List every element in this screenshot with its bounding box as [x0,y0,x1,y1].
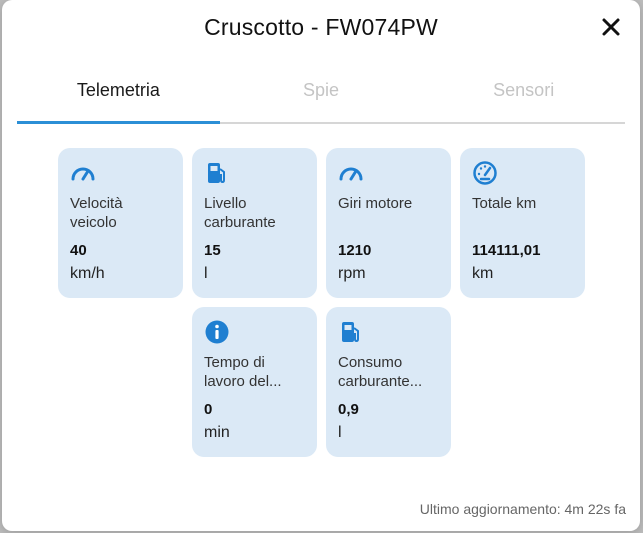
close-button[interactable] [600,16,622,38]
tab-telemetria[interactable]: Telemetria [17,74,220,124]
card-value: 15 [204,242,221,259]
tab-bar: Telemetria Spie Sensori [17,74,625,124]
card-label: Totale km [472,195,537,212]
card-unit: km/h [70,265,105,282]
card-value: 40 [70,242,87,259]
card-value: 0,9 [338,401,359,418]
close-icon [602,18,620,36]
speedometer-icon [339,167,363,181]
fuel-pump-icon [208,163,225,184]
modal-title: Cruscotto - FW074PW [204,14,438,40]
card-unit: l [338,424,342,441]
card-label: Consumo carburante... [338,354,423,390]
card-unit: l [204,265,208,282]
speedometer-icon [71,167,95,181]
card-label: Velocità veicolo [70,195,123,231]
card-label: Livello carburante [204,195,276,231]
last-update-text: Ultimo aggiornamento: 4m 22s fa [419,501,626,517]
card-unit: min [204,424,230,441]
info-icon [205,320,229,344]
card-vehicle-speed: Velocità veicolo 40 km/h [58,148,183,298]
dashboard-modal: Cruscotto - FW074PW Telemetria Spie Sens… [2,0,640,531]
tab-spie[interactable]: Spie [220,74,423,122]
fuel-pump-icon [342,322,359,343]
card-label: Tempo di lavoro del... [204,354,282,390]
odometer-gauge-icon [473,161,497,185]
card-fuel-consumption: Consumo carburante... 0,9 l [326,307,451,457]
card-unit: rpm [338,265,366,282]
card-work-time: Tempo di lavoro del... 0 min [192,307,317,457]
card-value: 1210 [338,242,372,259]
card-engine-rpm: Giri motore 1210 rpm [326,148,451,298]
tab-sensori[interactable]: Sensori [422,74,625,122]
card-fuel-level: Livello carburante 15 l [192,148,317,298]
card-value: 114111,01 [472,242,541,259]
card-label: Giri motore [338,195,413,212]
card-total-km: Totale km 114111,01 km [460,148,585,298]
card-value: 0 [204,401,213,418]
card-unit: km [472,265,494,282]
